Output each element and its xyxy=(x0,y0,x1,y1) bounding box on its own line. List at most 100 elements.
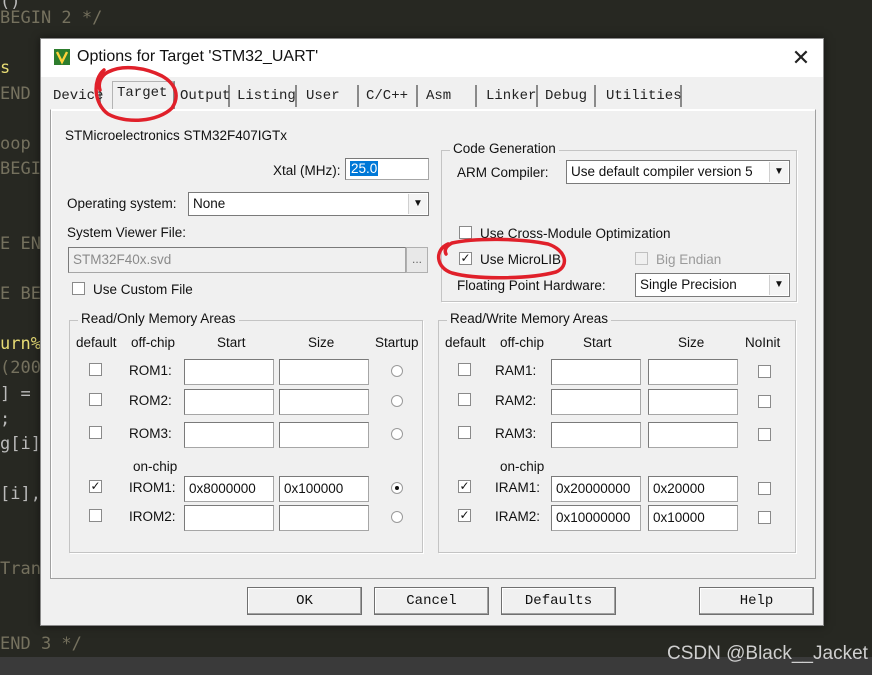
cross-module-checkbox[interactable] xyxy=(459,226,472,239)
help-button[interactable]: Help xyxy=(699,587,814,615)
rom-size-input[interactable] xyxy=(279,389,369,415)
ram-default-checkbox[interactable]: ✓ xyxy=(458,480,471,493)
rom-default-checkbox[interactable] xyxy=(89,426,102,439)
rom-startup-radio[interactable] xyxy=(391,395,403,407)
svf-input[interactable]: STM32F40x.svd xyxy=(68,247,406,273)
cross-module-label: Use Cross-Module Optimization xyxy=(480,226,671,241)
ram-noinit-checkbox[interactable] xyxy=(758,395,771,408)
svf-browse-button[interactable]: ... xyxy=(406,247,428,273)
xtal-value: 25.0 xyxy=(350,161,379,176)
rom-areas-title: Read/Only Memory Areas xyxy=(78,311,239,326)
code-line: E EN xyxy=(0,234,41,254)
rom-header-size: Size xyxy=(308,335,335,350)
rom-startup-radio[interactable] xyxy=(391,482,403,494)
ok-button[interactable]: OK xyxy=(247,587,362,615)
rom-areas-group: Read/Only Memory Areas default off-chip … xyxy=(69,311,423,553)
rom-size-input[interactable]: 0x100000 xyxy=(279,476,369,502)
rom-startup-radio[interactable] xyxy=(391,511,403,523)
tab-linker[interactable]: Linker xyxy=(482,85,538,107)
svf-label: System Viewer File: xyxy=(67,225,187,240)
rom-startup-radio[interactable] xyxy=(391,428,403,440)
rom-start-input[interactable]: 0x8000000 xyxy=(184,476,274,502)
ram-size-input[interactable] xyxy=(648,422,738,448)
code-line: (200 xyxy=(0,358,41,378)
ram-noinit-checkbox[interactable] xyxy=(758,365,771,378)
ram-row-name: IRAM2: xyxy=(495,509,541,524)
ram-start-input[interactable] xyxy=(551,359,641,385)
compiler-label: ARM Compiler: xyxy=(457,165,549,180)
rom-size-input[interactable] xyxy=(279,359,369,385)
ram-size-input[interactable] xyxy=(648,359,738,385)
code-line: BEGIN 2 */ xyxy=(0,8,103,28)
custom-file-label: Use Custom File xyxy=(93,282,193,297)
rom-default-checkbox[interactable] xyxy=(89,509,102,522)
os-select[interactable]: None ▼ xyxy=(188,192,429,216)
rom-startup-radio[interactable] xyxy=(391,365,403,377)
rom-row-name: IROM2: xyxy=(129,509,176,524)
rom-row-name: ROM3: xyxy=(129,426,172,441)
tab-target[interactable]: Target xyxy=(112,81,175,109)
tab-utilities[interactable]: Utilities xyxy=(602,85,682,107)
code-line: oop xyxy=(0,134,31,154)
target-tab-panel: STMicroelectronics STM32F407IGTx Xtal (M… xyxy=(50,109,816,579)
ram-noinit-checkbox[interactable] xyxy=(758,482,771,495)
code-line: END 3 */ xyxy=(0,634,82,654)
ram-noinit-checkbox[interactable] xyxy=(758,511,771,524)
rom-header-startup: Startup xyxy=(375,335,419,350)
ram-start-input[interactable]: 0x20000000 xyxy=(551,476,641,502)
ram-default-checkbox[interactable]: ✓ xyxy=(458,509,471,522)
compiler-select[interactable]: Use default compiler version 5 ▼ xyxy=(566,160,790,184)
defaults-button[interactable]: Defaults xyxy=(501,587,616,615)
cancel-button[interactable]: Cancel xyxy=(374,587,489,615)
microlib-label: Use MicroLIB xyxy=(480,252,562,267)
rom-size-input[interactable] xyxy=(279,505,369,531)
tab-output[interactable]: Output xyxy=(176,85,230,107)
rom-start-input[interactable] xyxy=(184,505,274,531)
ram-size-input[interactable]: 0x10000 xyxy=(648,505,738,531)
tab-cpp[interactable]: C/C++ xyxy=(362,85,418,107)
rom-size-input[interactable] xyxy=(279,422,369,448)
tab-device[interactable]: Device xyxy=(49,85,103,107)
tab-user[interactable]: User xyxy=(302,85,359,107)
microlib-checkbox[interactable]: ✓ xyxy=(459,252,472,265)
rom-header-default: default xyxy=(76,335,117,350)
tab-listing[interactable]: Listing xyxy=(233,85,297,107)
rom-onchip-label: on-chip xyxy=(133,459,178,474)
rom-start-input[interactable] xyxy=(184,389,274,415)
ram-row-name: RAM3: xyxy=(495,426,537,441)
ram-areas-group: Read/Write Memory Areas default off-chip… xyxy=(438,311,796,553)
big-endian-checkbox[interactable] xyxy=(635,252,648,265)
rom-start-input[interactable] xyxy=(184,422,274,448)
rom-default-checkbox[interactable]: ✓ xyxy=(89,480,102,493)
tab-asm[interactable]: Asm xyxy=(422,85,477,107)
xtal-input[interactable]: 25.0 xyxy=(345,158,429,180)
ram-header-size: Size xyxy=(678,335,705,350)
fp-hardware-label: Floating Point Hardware: xyxy=(457,278,606,293)
ram-size-input[interactable]: 0x20000 xyxy=(648,476,738,502)
rom-default-checkbox[interactable] xyxy=(89,363,102,376)
ram-start-input[interactable] xyxy=(551,389,641,415)
options-dialog: Options for Target 'STM32_UART' ✕ Device… xyxy=(40,38,824,626)
fp-hardware-select[interactable]: Single Precision ▼ xyxy=(635,273,790,297)
ram-default-checkbox[interactable] xyxy=(458,363,471,376)
code-line: Tran xyxy=(0,559,41,579)
code-line: ] = xyxy=(0,384,31,404)
code-generation-title: Code Generation xyxy=(450,141,559,156)
ram-size-input[interactable] xyxy=(648,389,738,415)
ram-start-input[interactable]: 0x10000000 xyxy=(551,505,641,531)
ram-header-noinit: NoInit xyxy=(745,335,781,350)
tab-debug[interactable]: Debug xyxy=(541,85,596,107)
ram-noinit-checkbox[interactable] xyxy=(758,428,771,441)
rom-start-input[interactable] xyxy=(184,359,274,385)
code-line: BEGI xyxy=(0,159,41,179)
ram-default-checkbox[interactable] xyxy=(458,393,471,406)
ram-default-checkbox[interactable] xyxy=(458,426,471,439)
close-icon[interactable]: ✕ xyxy=(783,43,819,73)
dialog-titlebar: Options for Target 'STM32_UART' ✕ xyxy=(41,39,823,77)
custom-file-checkbox[interactable] xyxy=(72,282,85,295)
code-line: ; xyxy=(0,409,11,429)
rom-default-checkbox[interactable] xyxy=(89,393,102,406)
ram-start-input[interactable] xyxy=(551,422,641,448)
rom-row-name: IROM1: xyxy=(129,480,176,495)
code-line: urn% xyxy=(0,334,41,354)
